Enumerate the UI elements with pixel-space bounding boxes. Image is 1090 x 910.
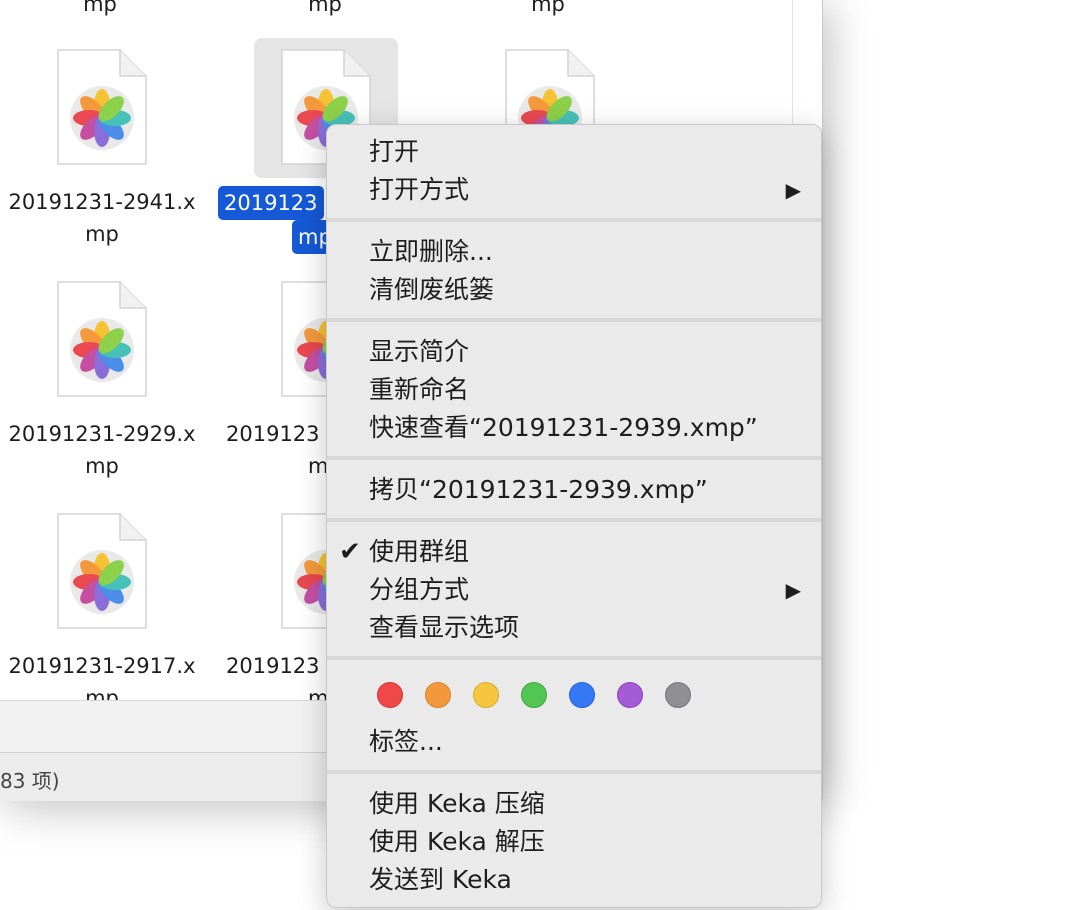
file-name: 20191231-2917.x mp — [8, 654, 196, 700]
photos-document-icon — [56, 512, 148, 630]
menu-item-send-to-keka[interactable]: 发送到 Keka — [369, 861, 801, 899]
tag-red-button[interactable] — [377, 682, 403, 708]
file-label-partial: mp — [83, 0, 117, 16]
menu-item-get-info[interactable]: 显示简介 — [369, 333, 801, 371]
tag-green-button[interactable] — [521, 682, 547, 708]
menu-item-use-groups[interactable]: 使用群组 — [369, 533, 801, 571]
tag-blue-button[interactable] — [569, 682, 595, 708]
tag-purple-button[interactable] — [617, 682, 643, 708]
menu-item-open[interactable]: 打开 — [369, 133, 801, 171]
tag-yellow-button[interactable] — [473, 682, 499, 708]
chevron-right-icon: ▶ — [785, 178, 801, 202]
menu-item-open-with[interactable]: 打开方式 ▶ — [369, 171, 801, 209]
chevron-right-icon: ▶ — [785, 578, 801, 602]
checkmark-icon: ✔ — [339, 537, 361, 567]
file-label-partial: mp — [531, 0, 565, 16]
tag-gray-button[interactable] — [665, 682, 691, 708]
photos-document-icon — [56, 280, 148, 398]
menu-item-group-by[interactable]: 分组方式 ▶ — [369, 571, 801, 609]
file-label-partial: mp — [308, 0, 342, 16]
context-menu: 打开 打开方式 ▶ 立即删除... 清倒废纸篓 显示简介 重新命名 快速查看“2… — [326, 124, 822, 908]
menu-item-quick-look[interactable]: 快速查看“20191231-2939.xmp” — [369, 409, 801, 447]
menu-item-keka-compress[interactable]: 使用 Keka 压缩 — [369, 785, 801, 823]
menu-separator — [327, 656, 821, 660]
menu-separator — [327, 518, 821, 522]
menu-separator — [327, 318, 821, 322]
menu-item-empty-trash[interactable]: 清倒废纸篓 — [369, 271, 801, 309]
menu-item-keka-extract[interactable]: 使用 Keka 解压 — [369, 823, 801, 861]
file-name: 20191231-2929.x mp — [8, 422, 196, 478]
menu-item-delete-immediately[interactable]: 立即删除... — [369, 233, 801, 271]
item-count-text: 83 项) — [0, 769, 60, 793]
menu-separator — [327, 218, 821, 222]
menu-item-rename[interactable]: 重新命名 — [369, 371, 801, 409]
menu-item-copy[interactable]: 拷贝“20191231-2939.xmp” — [369, 471, 801, 509]
menu-item-show-view-options[interactable]: 查看显示选项 — [369, 609, 801, 647]
file-name: 20191231-2941.x mp — [8, 190, 196, 246]
menu-item-tags[interactable]: 标签... — [369, 723, 801, 761]
menu-separator — [327, 770, 821, 774]
tag-orange-button[interactable] — [425, 682, 451, 708]
menu-separator — [327, 456, 821, 460]
photos-document-icon — [56, 48, 148, 166]
